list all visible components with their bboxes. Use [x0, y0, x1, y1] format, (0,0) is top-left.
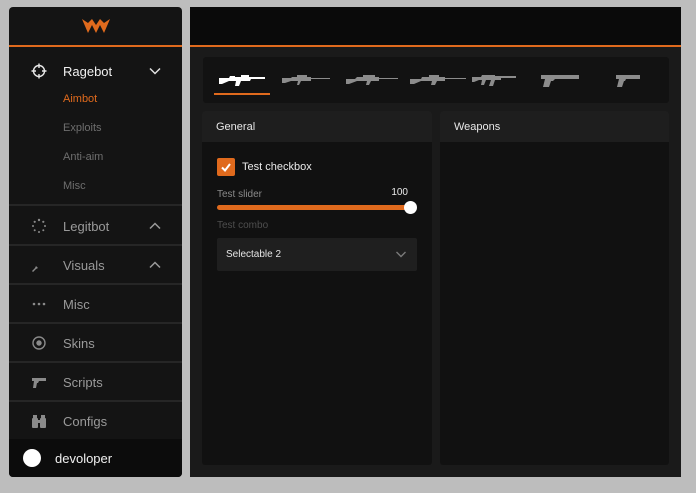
checkmark-icon — [221, 163, 231, 173]
nav-configs[interactable]: Configs — [9, 402, 182, 440]
wolf-logo-icon — [81, 19, 110, 33]
weapon-tab-assault-rifle[interactable] — [470, 65, 518, 95]
binoculars-icon — [31, 413, 47, 429]
sub-item-misc[interactable]: Misc — [63, 180, 86, 192]
weapon-tab-awp[interactable] — [344, 65, 400, 95]
sniper-rifle-icon — [410, 75, 466, 85]
weapon-tab-scout[interactable] — [280, 65, 332, 95]
weapon-tab-sniper[interactable] — [408, 65, 468, 95]
weapons-panel: Weapons — [440, 111, 669, 465]
general-panel-title: General — [202, 111, 432, 142]
spinner-icon — [31, 218, 47, 234]
nav-misc[interactable]: Misc — [9, 285, 182, 323]
knife-icon — [31, 257, 47, 273]
awp-icon — [346, 75, 398, 85]
avatar[interactable] — [23, 449, 41, 467]
dots-icon — [31, 296, 47, 312]
pistol-icon — [31, 374, 47, 390]
logo-area — [9, 7, 182, 47]
nav-legitbot[interactable]: Legitbot — [9, 207, 182, 245]
test-slider-label: Test slider — [217, 189, 263, 200]
chevron-down-icon[interactable] — [148, 64, 162, 78]
scout-rifle-icon — [282, 75, 330, 85]
target-icon — [31, 335, 47, 351]
pistol-icon — [616, 75, 640, 87]
weapon-tab-pistol[interactable] — [610, 65, 646, 95]
auto-sniper-icon — [219, 75, 265, 86]
nav-visuals-label: Visuals — [63, 257, 105, 273]
nav-scripts-label: Scripts — [63, 374, 103, 390]
sidebar: Ragebot Aimbot Exploits Anti-aim Misc Le… — [9, 7, 182, 477]
nav-configs-label: Configs — [63, 413, 108, 429]
assault-rifle-icon — [472, 75, 516, 86]
nav-legitbot-label: Legitbot — [63, 218, 110, 234]
divider — [9, 204, 182, 206]
user-bar[interactable]: devoloper — [9, 439, 182, 477]
sub-item-exploits[interactable]: Exploits — [63, 122, 102, 134]
test-combo-value: Selectable 2 — [226, 249, 282, 260]
test-slider-value: 100 — [391, 187, 408, 198]
general-panel: General Test checkbox Test slider 100 Te… — [202, 111, 432, 465]
test-checkbox-label: Test checkbox — [242, 161, 312, 173]
nav-visuals[interactable]: Visuals — [9, 246, 182, 284]
weapon-tabs — [203, 57, 669, 103]
heavy-pistol-icon — [541, 75, 579, 87]
slider-handle[interactable] — [404, 201, 417, 214]
nav-skins[interactable]: Skins — [9, 324, 182, 362]
nav-misc-label: Misc — [63, 296, 90, 312]
nav-scripts[interactable]: Scripts — [9, 363, 182, 401]
slider-fill — [217, 205, 410, 210]
main-area: General Test checkbox Test slider 100 Te… — [190, 7, 681, 477]
crosshair-icon — [31, 63, 47, 79]
test-checkbox[interactable] — [217, 158, 235, 176]
sub-item-aimbot[interactable]: Aimbot — [63, 93, 97, 105]
chevron-down-icon — [396, 251, 406, 258]
test-combo-label: Test combo — [217, 220, 269, 231]
chevron-up-icon[interactable] — [148, 219, 162, 233]
weapons-panel-title: Weapons — [440, 111, 669, 142]
test-slider[interactable] — [217, 201, 417, 214]
username: devoloper — [55, 450, 113, 466]
weapon-tab-heavy-pistol[interactable] — [538, 65, 582, 95]
test-combo[interactable]: Selectable 2 — [217, 238, 417, 271]
weapon-tab-auto-sniper[interactable] — [214, 65, 270, 95]
sub-item-anti-aim[interactable]: Anti-aim — [63, 151, 103, 163]
nav-ragebot[interactable]: Ragebot — [9, 52, 182, 90]
nav-ragebot-label: Ragebot — [63, 63, 113, 79]
nav-skins-label: Skins — [63, 335, 95, 351]
chevron-up-icon[interactable] — [148, 258, 162, 272]
top-bar — [190, 7, 681, 47]
